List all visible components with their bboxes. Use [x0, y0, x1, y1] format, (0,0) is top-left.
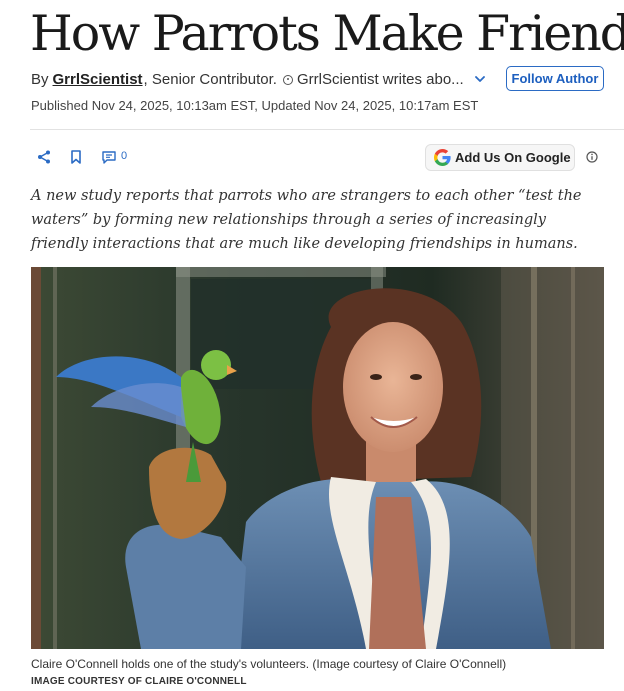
- author-bio: GrrlScientist writes abo...: [296, 71, 464, 88]
- add-us-on-google-button[interactable]: Add Us On Google: [425, 144, 575, 171]
- share-icon[interactable]: [36, 149, 52, 165]
- chevron-down-icon[interactable]: [473, 72, 487, 86]
- google-g-icon: [434, 149, 451, 166]
- comment-count[interactable]: 0: [121, 150, 127, 162]
- follow-author-button[interactable]: Follow Author: [506, 66, 604, 91]
- photo-caption: Claire O'Connell holds one of the study'…: [31, 657, 507, 671]
- bookmark-icon[interactable]: [68, 149, 84, 165]
- google-button-label: Add Us On Google: [455, 150, 571, 165]
- comment-icon[interactable]: [101, 149, 117, 165]
- author-info-icon: [282, 75, 293, 85]
- article-headline: How Parrots Make Friends: [30, 5, 624, 62]
- info-icon[interactable]: [585, 150, 599, 164]
- byline: By GrrlScientist , Senior Contributor. G…: [31, 69, 481, 91]
- author-role: , Senior Contributor.: [143, 71, 277, 88]
- article-summary: A new study reports that parrots who are…: [31, 188, 582, 252]
- author-link[interactable]: GrrlScientist: [53, 69, 143, 91]
- byline-prefix: By: [31, 71, 49, 88]
- publish-dates: Published Nov 24, 2025, 10:13am EST, Upd…: [31, 98, 479, 113]
- photo-credit: IMAGE COURTESY OF CLAIRE O'CONNELL: [31, 676, 247, 687]
- divider: [30, 129, 624, 130]
- hero-photo: [31, 267, 604, 649]
